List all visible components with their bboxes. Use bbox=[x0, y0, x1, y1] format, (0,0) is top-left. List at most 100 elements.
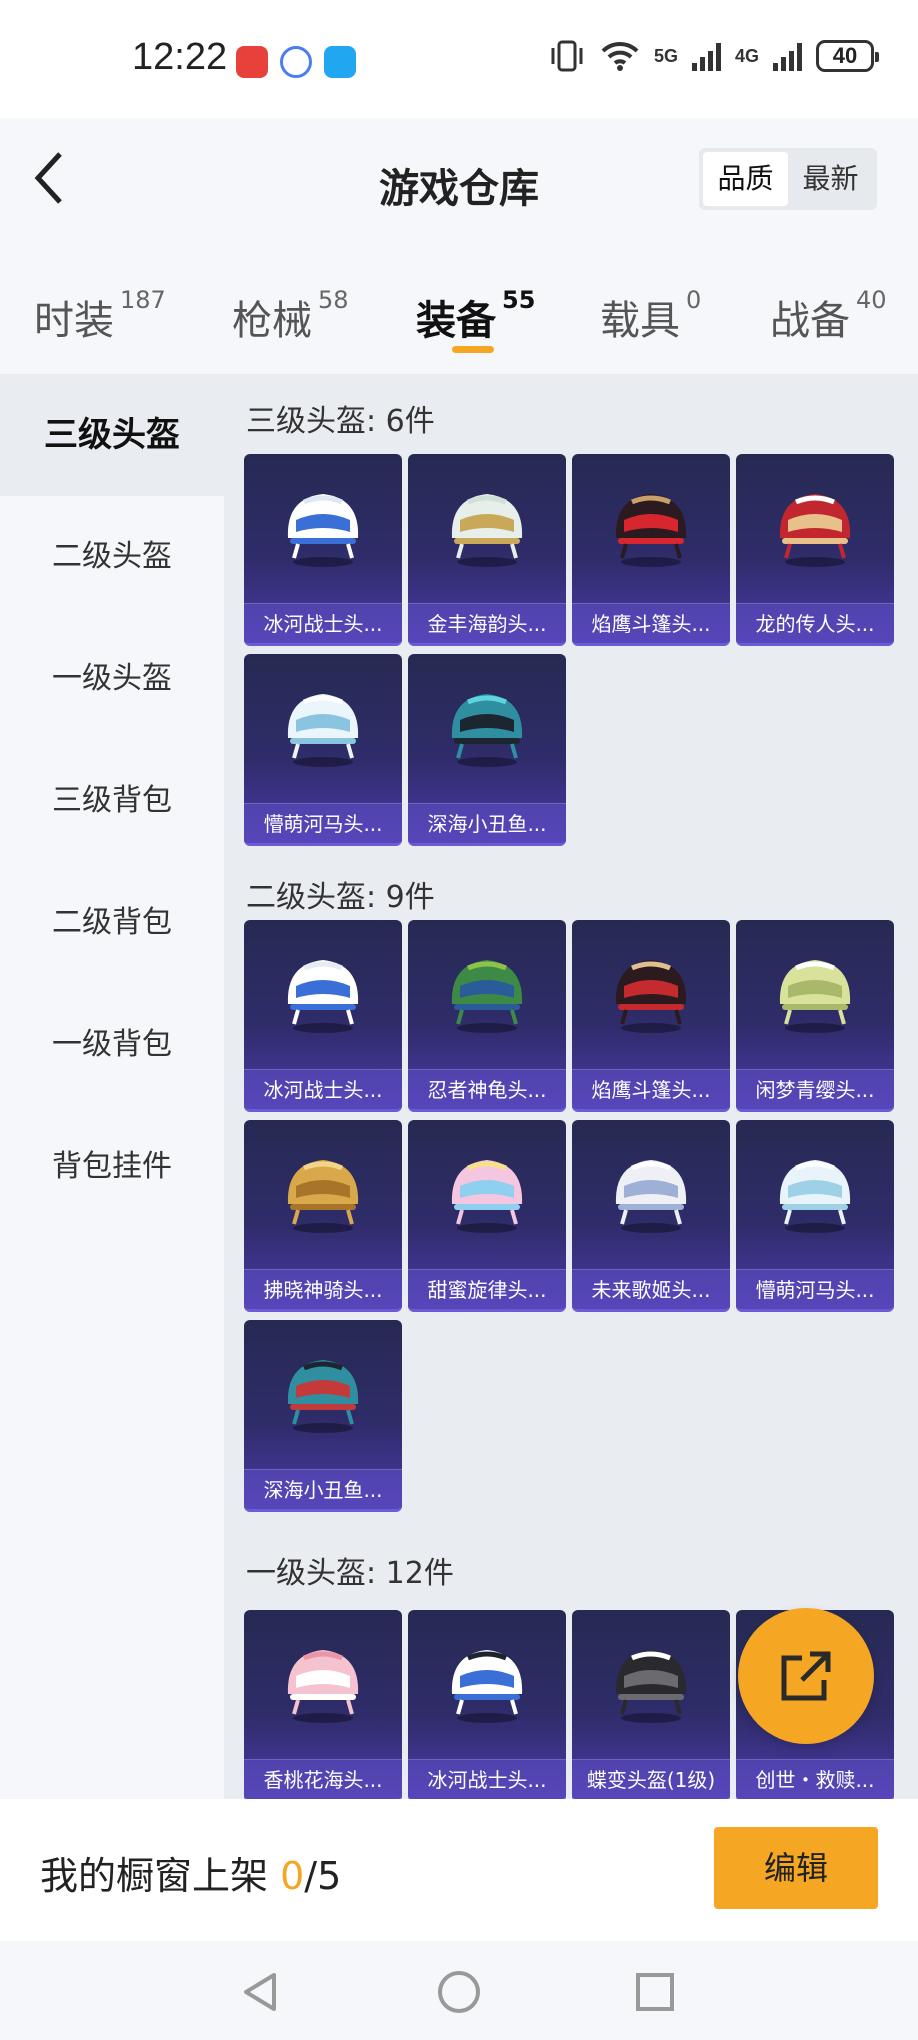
item-card[interactable]: 蝶变头盔(1级) bbox=[572, 1610, 730, 1799]
nav-recents-icon[interactable] bbox=[632, 1969, 678, 2015]
helmet-image bbox=[779, 494, 851, 567]
helmet-image bbox=[287, 960, 359, 1033]
sidebar: 三级头盔 二级头盔 一级头盔 三级背包 二级背包 一级背包 背包挂件 bbox=[0, 374, 224, 1799]
sidebar-item-level3-helmet[interactable]: 三级头盔 bbox=[0, 374, 224, 496]
sidebar-item-level1-backpack[interactable]: 一级背包 bbox=[0, 984, 224, 1106]
helmet-image bbox=[779, 960, 851, 1033]
tab-fashion[interactable]: 时装 187 bbox=[34, 286, 166, 346]
item-card[interactable]: 焰鹰斗篷头... bbox=[572, 454, 730, 646]
sort-newest-button[interactable]: 最新 bbox=[788, 152, 873, 206]
helmet-image bbox=[287, 694, 359, 767]
section-title-level1: 一级头盔: 12件 bbox=[246, 1556, 454, 1591]
sidebar-item-backpack-charm[interactable]: 背包挂件 bbox=[0, 1106, 224, 1228]
status-bar: 12:22 5G 4G 40 bbox=[0, 0, 918, 118]
helmet-image bbox=[451, 1160, 523, 1233]
item-card[interactable]: 拂晓神骑头... bbox=[244, 1120, 402, 1312]
helmet-image bbox=[779, 1160, 851, 1233]
sidebar-item-level2-backpack[interactable]: 二级背包 bbox=[0, 862, 224, 984]
item-card-label: 金丰海韵头... bbox=[408, 603, 566, 643]
showcase-current-count: 0 bbox=[280, 1854, 305, 1898]
item-card[interactable]: 甜蜜旋律头... bbox=[408, 1120, 566, 1312]
tab-label: 载具 bbox=[600, 298, 680, 344]
item-card-label: 懵萌河马头... bbox=[736, 1269, 894, 1309]
item-card[interactable]: 忍者神龟头... bbox=[408, 920, 566, 1112]
helmet-image bbox=[287, 1650, 359, 1723]
item-grid-panel: 三级头盔: 6件 冰河战士头... 金丰海韵头... 焰鹰斗篷头... 龙的传人头..… bbox=[224, 374, 918, 1799]
helmet-image bbox=[451, 694, 523, 767]
item-card[interactable]: 冰河战士头... bbox=[408, 1610, 566, 1799]
tab-vehicles[interactable]: 载具 0 bbox=[600, 286, 701, 346]
helmet-image bbox=[615, 1160, 687, 1233]
sidebar-item-level2-helmet[interactable]: 二级头盔 bbox=[0, 496, 224, 618]
section-title-level3: 三级头盔: 6件 bbox=[246, 404, 435, 439]
category-tabs: 时装 187 枪械 58 装备 55 载具 0 战备 40 bbox=[0, 270, 918, 360]
item-card[interactable]: 闲梦青缨头... bbox=[736, 920, 894, 1112]
signal-4g-label: 4G bbox=[734, 45, 759, 66]
status-time: 12:22 bbox=[132, 36, 228, 78]
item-card-label: 冰河战士头... bbox=[408, 1759, 566, 1799]
nav-home-icon[interactable] bbox=[436, 1969, 482, 2015]
battery-icon: 40 bbox=[816, 40, 879, 72]
section-title-level2: 二级头盔: 9件 bbox=[246, 880, 435, 915]
helmet-image bbox=[287, 1160, 359, 1233]
sort-quality-button[interactable]: 品质 bbox=[703, 152, 788, 206]
item-card-label: 甜蜜旋律头... bbox=[408, 1269, 566, 1309]
tab-supplies[interactable]: 战备 40 bbox=[770, 286, 887, 346]
item-card-label: 未来歌姬头... bbox=[572, 1269, 730, 1309]
item-card[interactable]: 深海小丑鱼... bbox=[408, 654, 566, 846]
search-app-icon bbox=[324, 46, 356, 78]
item-card[interactable]: 龙的传人头... bbox=[736, 454, 894, 646]
item-card-label: 创世・救赎... bbox=[736, 1759, 894, 1799]
item-card[interactable]: 懵萌河马头... bbox=[736, 1120, 894, 1312]
item-card-label: 香桃花海头... bbox=[244, 1759, 402, 1799]
sidebar-item-level1-helmet[interactable]: 一级头盔 bbox=[0, 618, 224, 740]
item-card-label: 拂晓神骑头... bbox=[244, 1269, 402, 1309]
vibrate-icon bbox=[551, 40, 583, 72]
tab-label: 枪械 bbox=[232, 298, 312, 344]
signal-bars-icon bbox=[691, 41, 721, 71]
helmet-image bbox=[615, 494, 687, 567]
item-card-label: 忍者神龟头... bbox=[408, 1069, 566, 1109]
tab-firearms[interactable]: 枪械 58 bbox=[232, 286, 349, 346]
edit-button[interactable]: 编辑 bbox=[714, 1827, 878, 1909]
tab-count: 58 bbox=[318, 286, 349, 314]
tab-count: 40 bbox=[856, 286, 887, 314]
sidebar-item-level3-backpack[interactable]: 三级背包 bbox=[0, 740, 224, 862]
sort-toggle: 品质 最新 bbox=[699, 148, 877, 210]
tab-label: 战备 bbox=[770, 298, 850, 344]
huawei-app-icon bbox=[236, 46, 268, 78]
item-card-label: 蝶变头盔(1级) bbox=[572, 1759, 730, 1799]
item-card[interactable]: 冰河战士头... bbox=[244, 454, 402, 646]
status-indicators: 5G 4G 40 bbox=[548, 40, 879, 72]
item-card[interactable]: 未来歌姬头... bbox=[572, 1120, 730, 1312]
nav-back-icon[interactable] bbox=[238, 1969, 284, 2015]
item-card-label: 冰河战士头... bbox=[244, 1069, 402, 1109]
item-card-label: 冰河战士头... bbox=[244, 603, 402, 643]
item-card[interactable]: 冰河战士头... bbox=[244, 920, 402, 1112]
item-card[interactable]: 懵萌河马头... bbox=[244, 654, 402, 846]
helmet-image bbox=[615, 1650, 687, 1723]
helmet-image bbox=[451, 960, 523, 1033]
item-card-label: 深海小丑鱼... bbox=[408, 803, 566, 843]
item-card-label: 懵萌河马头... bbox=[244, 803, 402, 843]
item-card-label: 焰鹰斗篷头... bbox=[572, 1069, 730, 1109]
item-card[interactable]: 焰鹰斗篷头... bbox=[572, 920, 730, 1112]
helmet-image bbox=[451, 1650, 523, 1723]
tab-count: 187 bbox=[120, 286, 166, 314]
showcase-total-count: /5 bbox=[304, 1854, 342, 1898]
share-icon bbox=[781, 1651, 831, 1701]
item-card[interactable]: 香桃花海头... bbox=[244, 1610, 402, 1799]
tab-equipment[interactable]: 装备 55 bbox=[416, 286, 536, 346]
item-card[interactable]: 深海小丑鱼... bbox=[244, 1320, 402, 1512]
signal-5g-label: 5G bbox=[653, 45, 678, 66]
helmet-image bbox=[451, 494, 523, 567]
item-card[interactable]: 金丰海韵头... bbox=[408, 454, 566, 646]
helmet-image bbox=[287, 494, 359, 567]
share-fab-button[interactable] bbox=[738, 1608, 874, 1744]
item-card-label: 龙的传人头... bbox=[736, 603, 894, 643]
helmet-image bbox=[287, 1360, 359, 1433]
wifi-icon bbox=[601, 41, 639, 71]
item-card-label: 深海小丑鱼... bbox=[244, 1469, 402, 1509]
showcase-status: 我的橱窗上架 0/5 bbox=[40, 1845, 341, 1900]
tab-count: 55 bbox=[502, 286, 536, 314]
